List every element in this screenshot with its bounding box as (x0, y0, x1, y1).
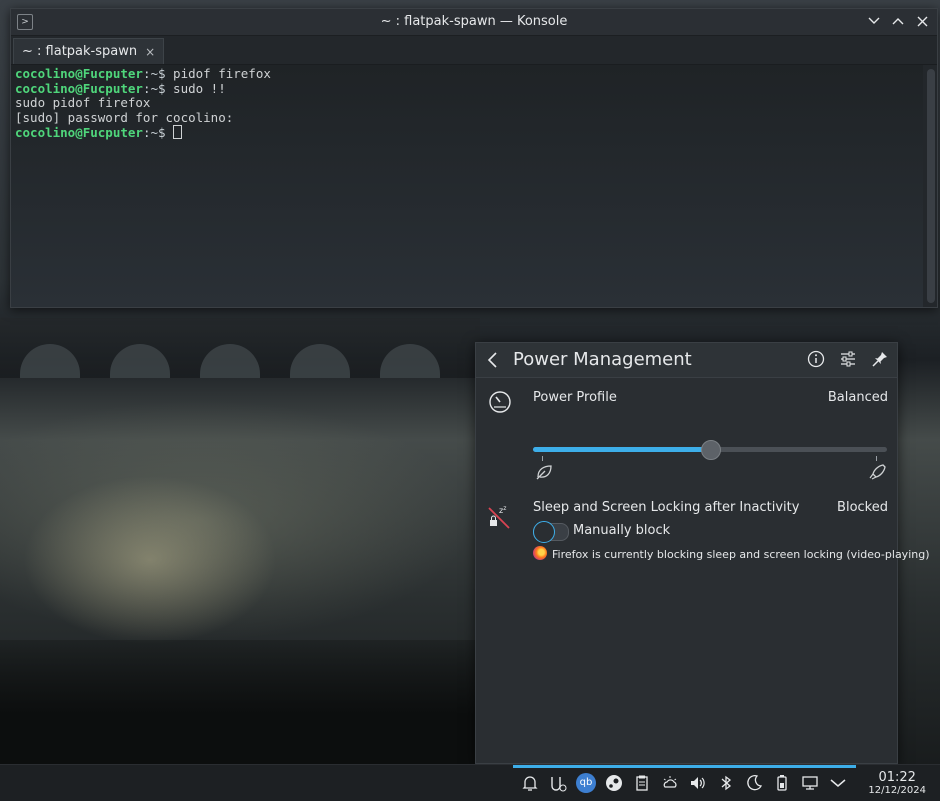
clipboard-icon[interactable] (632, 772, 652, 794)
close-icon (917, 16, 927, 26)
bluetooth-icon[interactable] (716, 772, 736, 794)
digital-clock[interactable]: 01:22 12/12/2024 (868, 770, 926, 797)
wallpaper-foliage (0, 640, 520, 765)
hardware-icon[interactable] (548, 772, 568, 794)
wallpaper-bridge (0, 318, 480, 378)
pin-button[interactable] (871, 350, 889, 372)
manually-block-label[interactable]: Manually block (573, 523, 670, 538)
slider-handle[interactable] (701, 440, 721, 460)
maximize-button[interactable] (889, 12, 907, 30)
tab-label: ~ : flatpak-spawn (22, 44, 138, 59)
slider-fill (533, 447, 710, 452)
clock-date: 12/12/2024 (868, 785, 926, 796)
sleep-locking-label: Sleep and Screen Locking after Inactivit… (533, 500, 800, 515)
popup-title: Power Management (513, 349, 692, 370)
chevron-down-icon (868, 17, 880, 24)
firefox-icon (533, 546, 547, 560)
info-icon (807, 350, 825, 368)
svg-text:zz: zz (499, 505, 506, 515)
konsole-window: > ~ : flatpak-spawn — Konsole ~ : flatpa… (10, 8, 938, 308)
back-button[interactable] (486, 351, 498, 373)
terminal-line: [sudo] password for cocolino: (15, 109, 234, 125)
active-tray-indicator (513, 765, 856, 768)
window-title: ~ : flatpak-spawn — Konsole (380, 14, 568, 29)
network-icon[interactable] (800, 772, 820, 794)
power-saver-leaf-icon (535, 464, 553, 484)
expand-tray-icon[interactable] (828, 772, 848, 794)
slider-tick (542, 456, 543, 461)
qbittorrent-icon[interactable]: qb (576, 772, 596, 794)
window-titlebar[interactable]: > ~ : flatpak-spawn — Konsole (11, 9, 937, 36)
terminal-output[interactable]: cocolino@Fucputer:~$ pidof firefox cocol… (11, 65, 923, 307)
tab-close-icon[interactable]: × (145, 45, 155, 59)
sleep-locking-status: Blocked (837, 500, 888, 515)
switch-knob (533, 521, 555, 543)
manually-block-switch[interactable] (533, 521, 569, 543)
notifications-icon[interactable] (520, 772, 540, 794)
pin-icon (872, 352, 887, 367)
sleep-inhibit-icon: zz (487, 504, 513, 534)
configure-button[interactable] (839, 350, 857, 372)
terminal-scrollbar[interactable] (927, 69, 935, 303)
taskbar: qb 01:22 12/12/2024 (0, 764, 940, 801)
close-button[interactable] (913, 12, 931, 30)
tab-bar: ~ : flatpak-spawn × (11, 36, 937, 65)
power-profile-value: Balanced (827, 390, 888, 405)
speedometer-icon (488, 390, 512, 418)
info-button[interactable] (807, 350, 825, 372)
terminal-cursor (173, 125, 183, 139)
chevron-up-icon (892, 18, 904, 25)
clock-time: 01:22 (878, 770, 916, 785)
volume-icon[interactable] (688, 772, 708, 794)
inhibitor-note: Firefox is currently blocking sleep and … (552, 548, 930, 561)
terminal-line: sudo pidof firefox (15, 95, 151, 110)
weather-icon[interactable] (660, 772, 680, 794)
tab-flatpak-spawn[interactable]: ~ : flatpak-spawn × (13, 38, 165, 64)
battery-icon[interactable] (772, 772, 792, 794)
power-management-popup: Power Management Power Profile Balanced (475, 342, 930, 764)
terminal-prompt-line[interactable]: cocolino@Fucputer:~$ (15, 125, 919, 140)
settings-sliders-icon (841, 351, 855, 367)
minimize-button[interactable] (865, 12, 883, 30)
power-profile-label: Power Profile (533, 390, 617, 405)
night-color-icon[interactable] (744, 772, 764, 794)
power-profile-slider[interactable] (533, 440, 887, 460)
terminal-line: cocolino@Fucputer:~$ pidof firefox (15, 66, 271, 81)
terminal-line: cocolino@Fucputer:~$ sudo !! (15, 80, 226, 96)
chevron-left-icon (487, 352, 497, 368)
steam-icon[interactable] (604, 772, 624, 794)
slider-tick (876, 456, 877, 461)
system-tray: qb (520, 772, 848, 794)
performance-rocket-icon (868, 464, 886, 484)
